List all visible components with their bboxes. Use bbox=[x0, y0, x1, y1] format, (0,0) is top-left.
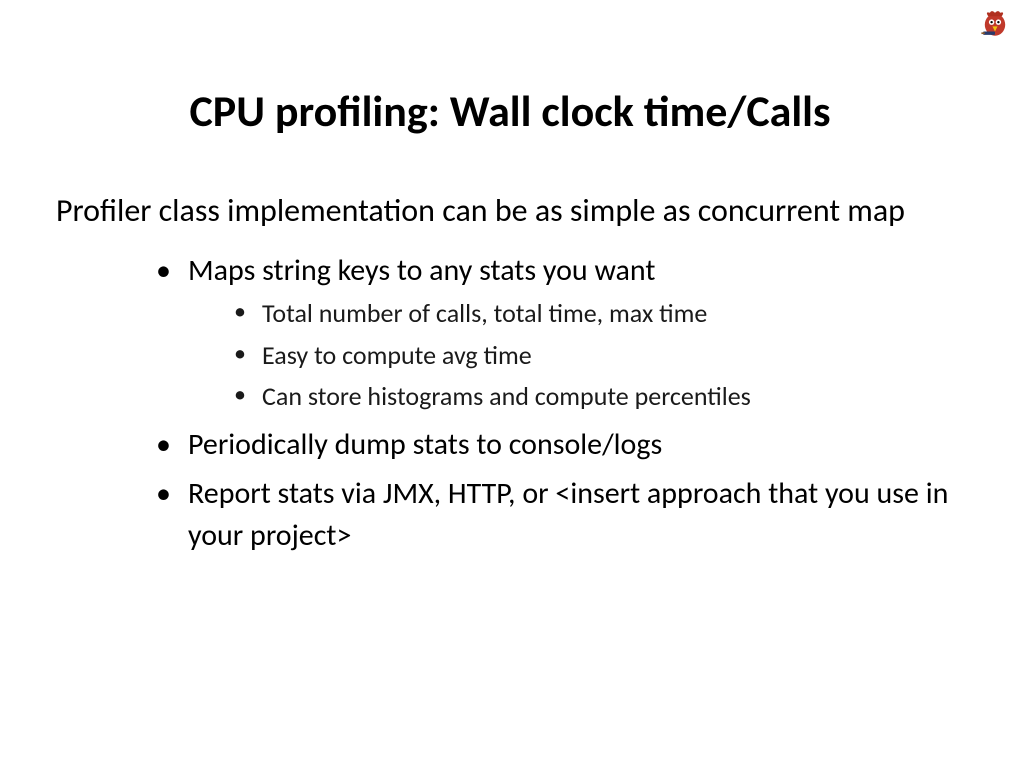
list-item: Maps string keys to any stats you want T… bbox=[156, 250, 960, 416]
list-item: Can store histograms and compute percent… bbox=[234, 378, 960, 416]
slide-title: CPU profiling: Wall clock time/Calls bbox=[0, 87, 1020, 135]
list-item: Easy to compute avg time bbox=[234, 337, 960, 375]
bullet-text: Can store histograms and compute percent… bbox=[262, 380, 751, 412]
mascot-logo-icon bbox=[978, 6, 1012, 40]
slide-body: Profiler class implementation can be as … bbox=[56, 190, 960, 564]
slide: CPU profiling: Wall clock time/Calls Pro… bbox=[0, 0, 1020, 765]
bullet-text: Easy to compute avg time bbox=[262, 339, 532, 371]
sub-bullet-list: Total number of calls, total time, max t… bbox=[234, 295, 960, 416]
bullet-list: Maps string keys to any stats you want T… bbox=[156, 250, 960, 557]
list-item: Periodically dump stats to console/logs bbox=[156, 424, 960, 465]
bullet-text: Report stats via JMX, HTTP, or <insert a… bbox=[188, 475, 948, 553]
bullet-text: Periodically dump stats to console/logs bbox=[188, 426, 662, 463]
list-item: Report stats via JMX, HTTP, or <insert a… bbox=[156, 473, 960, 556]
bullet-text: Total number of calls, total time, max t… bbox=[262, 297, 707, 329]
list-item: Total number of calls, total time, max t… bbox=[234, 295, 960, 333]
intro-paragraph: Profiler class implementation can be as … bbox=[56, 190, 960, 232]
bullet-text: Maps string keys to any stats you want bbox=[188, 252, 655, 289]
